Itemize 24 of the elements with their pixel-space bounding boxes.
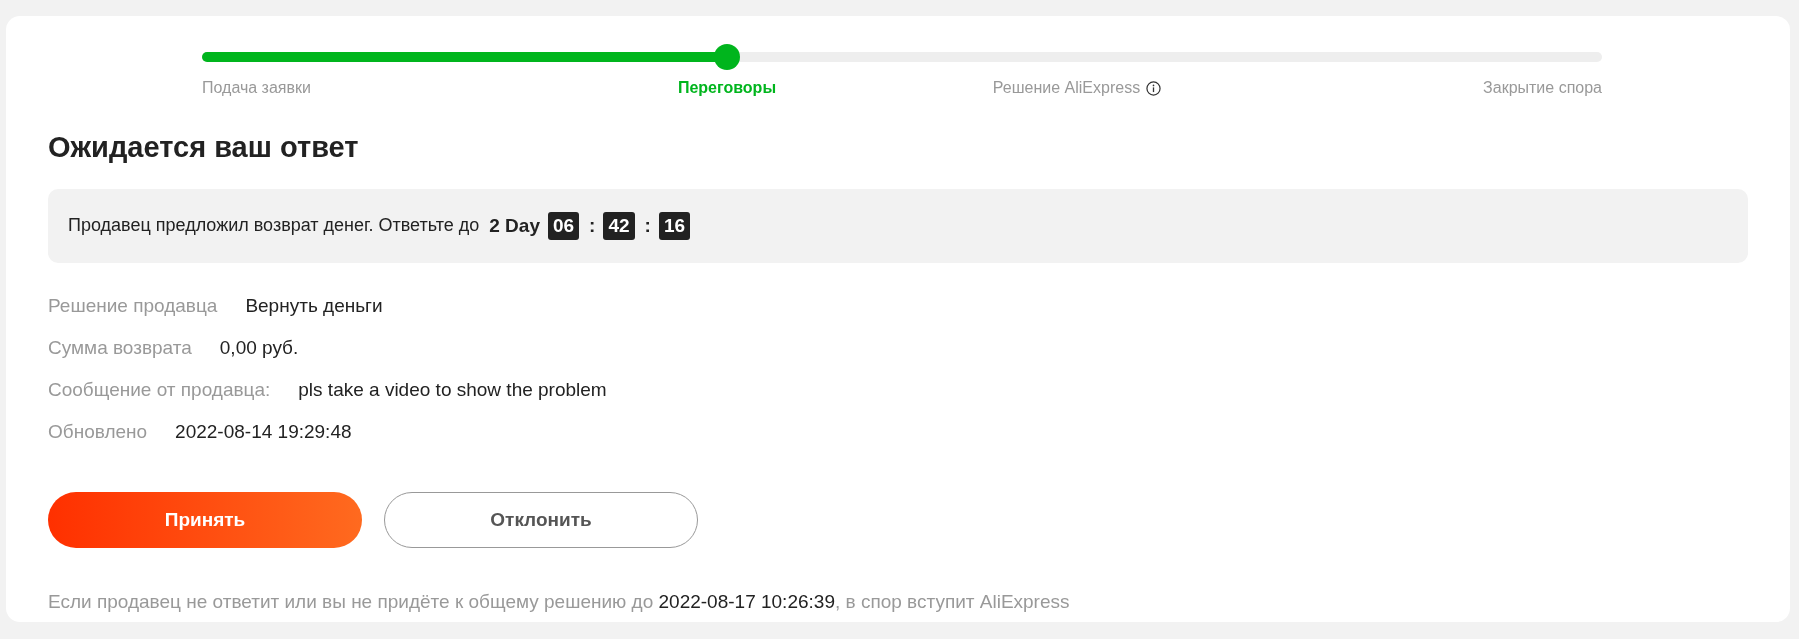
detail-label: Решение продавца xyxy=(48,293,218,318)
progress-knob xyxy=(714,44,740,70)
page-heading: Ожидается ваш ответ xyxy=(48,130,360,165)
step-label: Подача заявки xyxy=(202,79,311,96)
countdown-separator: : xyxy=(589,213,596,238)
info-icon[interactable] xyxy=(1146,81,1162,96)
detail-label: Сообщение от продавца: xyxy=(48,377,271,402)
countdown-digits: 06 xyxy=(547,211,580,240)
step-label: Закрытие спора xyxy=(1483,79,1602,96)
detail-label: Сумма возврата xyxy=(48,335,192,360)
detail-value: 2022-08-14 19:29:48 xyxy=(175,419,352,444)
step-label: Решение AliExpress xyxy=(992,79,1141,96)
countdown-days: 2 Day xyxy=(489,211,540,241)
countdown-digits: 42 xyxy=(603,211,635,240)
step-label: Переговоры xyxy=(677,79,777,96)
deadline-note: Если продавец не ответит или вы не придёте к общему решению до 2022-08-17 10:26:39, в спор вступит AliExpress xyxy=(48,589,1071,614)
countdown-digits: 16 xyxy=(658,211,691,240)
decline-button[interactable]: Отклонить xyxy=(384,491,698,548)
detail-value: 0,00 руб. xyxy=(219,335,299,360)
detail-value: pls take a video to show the problem xyxy=(298,377,607,402)
detail-value: Вернуть деньги xyxy=(245,293,383,318)
countdown-separator: : xyxy=(644,213,651,238)
notice-text: Продавец предложил возврат денег. Ответьте до xyxy=(68,214,480,238)
detail-label: Обновлено xyxy=(48,419,148,444)
